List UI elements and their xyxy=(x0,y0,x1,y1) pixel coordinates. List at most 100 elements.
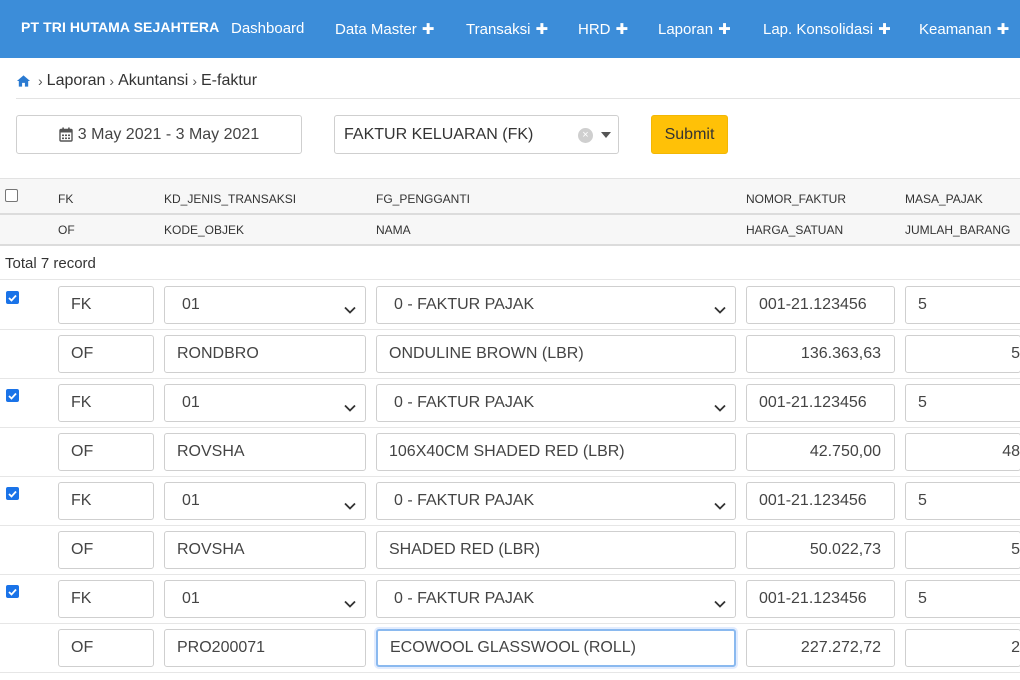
nav-data-master[interactable]: Data Master ✚ xyxy=(335,20,435,39)
fg-pengganti-select[interactable]: 0 - FAKTUR PAJAK xyxy=(376,482,736,520)
jumlah-barang-field[interactable]: 5 xyxy=(905,335,1020,373)
breadcrumb-item-current: E-faktur xyxy=(201,72,258,89)
breadcrumb-item[interactable]: Laporan xyxy=(47,72,106,90)
masa-pajak-field[interactable]: 5 xyxy=(905,384,1020,422)
nav-keamanan[interactable]: Keamanan ✚ xyxy=(919,20,1009,39)
harga-satuan-field[interactable]: 42.750,00 xyxy=(746,433,895,471)
column-header: FK xyxy=(58,192,74,206)
fk-field[interactable]: FK xyxy=(58,482,154,520)
plus-icon: ✚ xyxy=(615,21,629,38)
fg-pengganti-select[interactable]: 0 - FAKTUR PAJAK xyxy=(376,286,736,324)
select-all-checkbox[interactable] xyxy=(5,189,18,202)
harga-satuan-field[interactable]: 50.022,73 xyxy=(746,531,895,569)
nama-field[interactable]: SHADED RED (LBR) xyxy=(376,531,736,569)
nomor-faktur-field[interactable]: 001-21.123456 xyxy=(746,580,895,618)
harga-satuan-field[interactable]: 227.272,72 xyxy=(746,629,895,667)
field-value: SHADED RED (LBR) xyxy=(389,541,541,558)
row-checkbox[interactable] xyxy=(6,291,19,304)
date-range-picker[interactable]: 3 May 2021 - 3 May 2021 xyxy=(16,115,302,154)
kode-objek-field[interactable]: ROVSHA xyxy=(164,433,366,471)
clear-icon[interactable]: × xyxy=(578,128,593,143)
total-records: Total 7 record xyxy=(5,255,96,272)
field-value: ROVSHA xyxy=(177,443,245,460)
field-value: FK xyxy=(71,394,92,411)
divider xyxy=(0,378,1020,379)
plus-icon: ✚ xyxy=(421,21,435,38)
of-field[interactable]: OF xyxy=(58,629,154,667)
kd-jenis-transaksi-select[interactable]: 01 xyxy=(164,384,366,422)
masa-pajak-field[interactable]: 5 xyxy=(905,286,1020,324)
home-icon[interactable] xyxy=(16,74,31,88)
divider xyxy=(0,672,1020,673)
nav-transaksi[interactable]: Transaksi ✚ xyxy=(466,20,548,39)
field-value: 5 xyxy=(918,590,927,607)
field-value: 001-21.123456 xyxy=(759,394,867,411)
nav-hrd[interactable]: HRD ✚ xyxy=(578,20,629,39)
jumlah-barang-field[interactable]: 2 xyxy=(905,629,1020,667)
kd-jenis-transaksi-select[interactable]: 01 xyxy=(164,482,366,520)
divider xyxy=(16,98,1020,99)
column-header: JUMLAH_BARANG xyxy=(905,223,1011,237)
nav-dashboard[interactable]: Dashboard xyxy=(231,20,304,37)
field-value: RONDBRO xyxy=(177,345,259,362)
harga-satuan-field[interactable]: 136.363,63 xyxy=(746,335,895,373)
field-value: PRO200071 xyxy=(177,639,266,656)
field-value: 0 - FAKTUR PAJAK xyxy=(394,296,535,313)
faktur-type-select[interactable]: FAKTUR KELUARAN (FK) × xyxy=(334,115,619,154)
field-value: 50.022,73 xyxy=(809,541,881,558)
caret-down-icon[interactable] xyxy=(601,132,611,138)
kode-objek-field[interactable]: PRO200071 xyxy=(164,629,366,667)
field-value: FK xyxy=(71,492,92,509)
brand-name[interactable]: PT TRI HUTAMA SEJAHTERA xyxy=(21,19,219,35)
field-value: 48 xyxy=(1002,443,1020,460)
kd-jenis-transaksi-select[interactable]: 01 xyxy=(164,286,366,324)
fk-field[interactable]: FK xyxy=(58,580,154,618)
kd-jenis-transaksi-select[interactable]: 01 xyxy=(164,580,366,618)
nama-field[interactable]: ONDULINE BROWN (LBR) xyxy=(376,335,736,373)
row-checkbox[interactable] xyxy=(6,585,19,598)
column-header: KD_JENIS_TRANSAKSI xyxy=(164,192,297,206)
field-value: 0 - FAKTUR PAJAK xyxy=(394,492,535,509)
kode-objek-field[interactable]: RONDBRO xyxy=(164,335,366,373)
fg-pengganti-select[interactable]: 0 - FAKTUR PAJAK xyxy=(376,384,736,422)
nama-field[interactable]: ECOWOOL GLASSWOOL (ROLL) xyxy=(376,629,736,667)
of-field[interactable]: OF xyxy=(58,531,154,569)
breadcrumb-item[interactable]: Akuntansi xyxy=(118,72,188,90)
nav-label: Laporan xyxy=(658,20,714,38)
nav-label: Dashboard xyxy=(231,20,305,37)
field-value: 5 xyxy=(918,492,927,509)
chevron-down-icon xyxy=(344,301,356,319)
column-header: NAMA xyxy=(376,223,411,237)
nav-lap-konsolidasi[interactable]: Lap. Konsolidasi ✚ xyxy=(763,20,891,39)
breadcrumb-separator: › xyxy=(109,73,115,89)
fk-field[interactable]: FK xyxy=(58,286,154,324)
field-value: 0 - FAKTUR PAJAK xyxy=(394,394,535,411)
plus-icon: ✚ xyxy=(878,21,891,38)
breadcrumb: › Laporan › Akuntansi › E-faktur xyxy=(16,72,257,90)
field-value: 0 - FAKTUR PAJAK xyxy=(394,590,535,607)
masa-pajak-field[interactable]: 5 xyxy=(905,482,1020,520)
jumlah-barang-field[interactable]: 48 xyxy=(905,433,1020,471)
divider xyxy=(0,244,1020,246)
chevron-down-icon xyxy=(344,595,356,613)
of-field[interactable]: OF xyxy=(58,335,154,373)
row-checkbox[interactable] xyxy=(6,487,19,500)
nav-label: Transaksi xyxy=(466,20,531,38)
nama-field[interactable]: 106X40CM SHADED RED (LBR) xyxy=(376,433,736,471)
kode-objek-field[interactable]: ROVSHA xyxy=(164,531,366,569)
row-checkbox[interactable] xyxy=(6,389,19,402)
submit-button[interactable]: Submit xyxy=(651,115,728,154)
nomor-faktur-field[interactable]: 001-21.123456 xyxy=(746,286,895,324)
nav-laporan[interactable]: Laporan ✚ xyxy=(658,20,731,39)
column-header: NOMOR_FAKTUR xyxy=(746,192,847,206)
jumlah-barang-field[interactable]: 5 xyxy=(905,531,1020,569)
fk-field[interactable]: FK xyxy=(58,384,154,422)
masa-pajak-field[interactable]: 5 xyxy=(905,580,1020,618)
fg-pengganti-select[interactable]: 0 - FAKTUR PAJAK xyxy=(376,580,736,618)
field-value: FK xyxy=(71,296,92,313)
of-field[interactable]: OF xyxy=(58,433,154,471)
nomor-faktur-field[interactable]: 001-21.123456 xyxy=(746,482,895,520)
table-header: FK KD_JENIS_TRANSAKSI FG_PENGGANTI NOMOR… xyxy=(0,178,1020,246)
nomor-faktur-field[interactable]: 001-21.123456 xyxy=(746,384,895,422)
field-value: OF xyxy=(71,443,94,460)
